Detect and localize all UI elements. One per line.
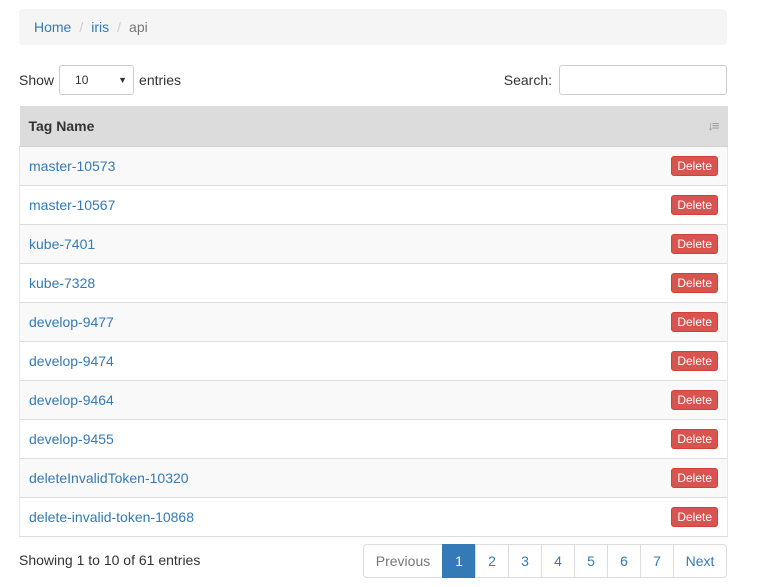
page-button-5[interactable]: 5 [574, 544, 608, 578]
tag-name-cell: develop-9455 [19, 419, 660, 459]
tag-link[interactable]: master-10573 [29, 158, 115, 174]
breadcrumb-current: api [129, 19, 148, 35]
page-button-1[interactable]: 1 [442, 544, 476, 578]
tag-link[interactable]: deleteInvalidToken-10320 [29, 470, 189, 486]
table-row: develop-9474 Delete [19, 341, 728, 381]
tag-name-column-header[interactable]: Tag Name ↓≡ [19, 106, 728, 147]
sort-descending-icon[interactable]: ↓≡ [707, 118, 719, 133]
page-button-6[interactable]: 6 [607, 544, 641, 578]
page-button-4[interactable]: 4 [541, 544, 575, 578]
entries-per-page-value: 10 [75, 73, 89, 87]
breadcrumb-separator: / [117, 19, 122, 35]
action-cell: Delete [659, 146, 728, 186]
search-control: Search: [504, 65, 727, 95]
breadcrumb: Home / iris / api [19, 9, 727, 45]
tag-name-cell: deleteInvalidToken-10320 [19, 458, 660, 498]
delete-button[interactable]: Delete [671, 273, 718, 293]
action-cell: Delete [659, 458, 728, 498]
pagination: Previous 1 2 3 4 5 6 7 Next [363, 544, 727, 578]
action-cell: Delete [659, 341, 728, 381]
tag-name-cell: master-10573 [19, 146, 660, 186]
table-row: delete-invalid-token-10868 Delete [19, 497, 728, 537]
previous-page-button[interactable]: Previous [363, 544, 443, 578]
table-row: master-10567 Delete [19, 185, 728, 225]
tag-name-cell: kube-7328 [19, 263, 660, 303]
tag-link[interactable]: delete-invalid-token-10868 [29, 509, 194, 525]
action-cell: Delete [659, 497, 728, 537]
delete-button[interactable]: Delete [671, 156, 718, 176]
tag-link[interactable]: kube-7328 [29, 275, 95, 291]
tag-link[interactable]: master-10567 [29, 197, 115, 213]
entries-per-page-select[interactable]: 10 ▼ [59, 65, 135, 95]
next-page-button[interactable]: Next [673, 544, 727, 578]
table-row: deleteInvalidToken-10320 Delete [19, 458, 728, 498]
tag-link[interactable]: develop-9455 [29, 431, 114, 447]
delete-button[interactable]: Delete [671, 195, 718, 215]
breadcrumb-iris-link[interactable]: iris [91, 19, 109, 35]
delete-button[interactable]: Delete [671, 507, 718, 527]
delete-button[interactable]: Delete [671, 390, 718, 410]
tag-link[interactable]: develop-9464 [29, 392, 114, 408]
action-cell: Delete [659, 185, 728, 225]
table-row: develop-9455 Delete [19, 419, 728, 459]
delete-button[interactable]: Delete [671, 468, 718, 488]
page-button-3[interactable]: 3 [508, 544, 542, 578]
tag-link[interactable]: develop-9474 [29, 353, 114, 369]
action-cell: Delete [659, 380, 728, 420]
entries-label: entries [139, 72, 182, 88]
delete-button[interactable]: Delete [671, 234, 718, 254]
table-row: master-10573 Delete [19, 146, 728, 186]
table-row: develop-9464 Delete [19, 380, 728, 420]
tag-name-cell: master-10567 [19, 185, 660, 225]
delete-button[interactable]: Delete [671, 351, 718, 371]
breadcrumb-home-link[interactable]: Home [34, 19, 71, 35]
action-cell: Delete [659, 302, 728, 342]
tag-name-cell: delete-invalid-token-10868 [19, 497, 660, 537]
action-cell: Delete [659, 419, 728, 459]
table-info: Showing 1 to 10 of 61 entries [19, 552, 201, 568]
table-row: kube-7328 Delete [19, 263, 728, 303]
caret-down-icon: ▼ [118, 75, 128, 85]
page-button-2[interactable]: 2 [475, 544, 509, 578]
action-cell: Delete [659, 224, 728, 264]
tags-table: Tag Name ↓≡ master-10573 Delete master-105… [19, 106, 728, 537]
delete-button[interactable]: Delete [671, 312, 718, 332]
delete-button[interactable]: Delete [671, 429, 718, 449]
tag-name-cell: develop-9474 [19, 341, 660, 381]
tag-name-cell: kube-7401 [19, 224, 660, 264]
tag-link[interactable]: kube-7401 [29, 236, 95, 252]
page-button-7[interactable]: 7 [640, 544, 674, 578]
tag-link[interactable]: develop-9477 [29, 314, 114, 330]
table-row: kube-7401 Delete [19, 224, 728, 264]
search-input[interactable] [559, 65, 727, 95]
table-header-row: Tag Name ↓≡ [19, 106, 728, 147]
table-row: develop-9477 Delete [19, 302, 728, 342]
show-label: Show [19, 72, 55, 88]
breadcrumb-separator: / [79, 19, 84, 35]
entries-length-control: Show 10 ▼ entries [19, 64, 181, 96]
action-cell: Delete [659, 263, 728, 303]
tag-name-header-label: Tag Name [28, 118, 95, 134]
tag-name-cell: develop-9477 [19, 302, 660, 342]
tag-name-cell: develop-9464 [19, 380, 660, 420]
search-label: Search: [503, 72, 552, 88]
